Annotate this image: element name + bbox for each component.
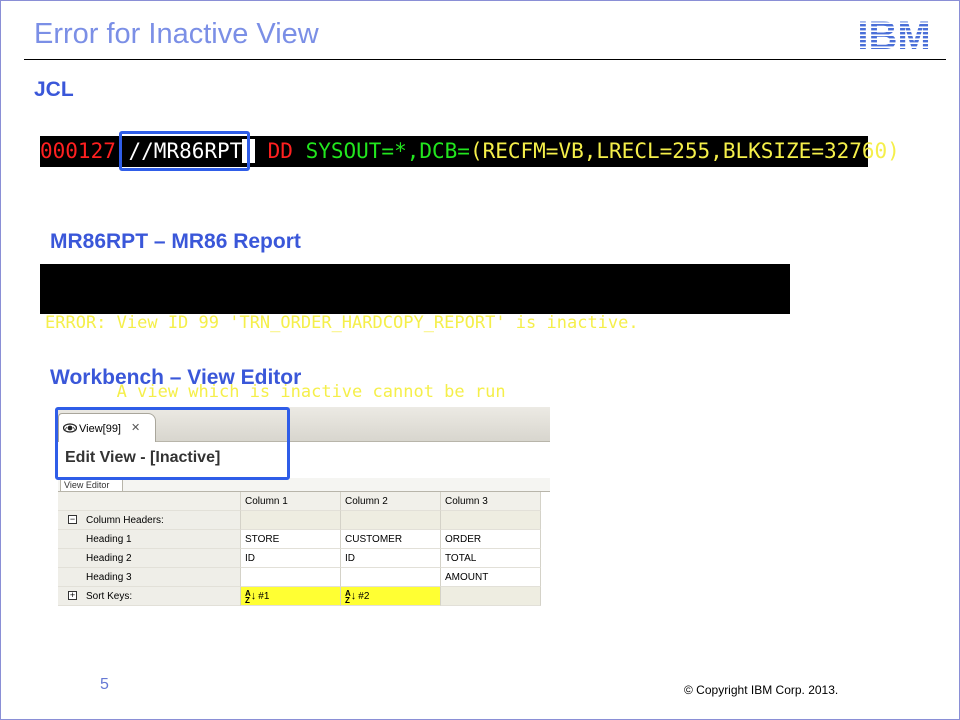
grid-cell[interactable]	[341, 511, 441, 530]
jcl-section-heading: JCL	[34, 78, 74, 101]
grid-row-column-headers[interactable]: − Column Headers:	[58, 511, 550, 530]
dd-name-highlight-box	[119, 131, 250, 171]
row-label-text: Column Headers:	[86, 515, 164, 526]
inactive-status-highlight-box	[55, 407, 290, 480]
row-label-column-headers: − Column Headers:	[58, 511, 241, 530]
row-label-heading-3: Heading 3	[58, 568, 241, 587]
grid-cell[interactable]	[441, 511, 541, 530]
jcl-sysout: SYSOUT=*,DCB=	[305, 139, 470, 163]
sort-key-col1[interactable]: A Z↓ #1	[241, 587, 341, 606]
heading3-col2[interactable]	[341, 568, 441, 587]
heading3-col1[interactable]	[241, 568, 341, 587]
report-error-line: ERROR: View ID 99 'TRN_ORDER_HARDCOPY_RE…	[45, 313, 639, 333]
grid-row-heading-1[interactable]: Heading 1 STORE CUSTOMER ORDER	[58, 530, 550, 549]
column-header-3[interactable]: Column 3	[441, 492, 541, 511]
grid-header-row: Column 1 Column 2 Column 3	[58, 492, 550, 511]
svg-text:IBM: IBM	[857, 16, 930, 52]
row-label-heading-2: Heading 2	[58, 549, 241, 568]
page-number: 5	[100, 676, 109, 693]
copyright-notice: © Copyright IBM Corp. 2013.	[684, 683, 839, 697]
grid-row-sort-keys[interactable]: + Sort Keys: A Z↓ #1 A Z↓ #2	[58, 587, 550, 606]
heading2-col3[interactable]: TOTAL	[441, 549, 541, 568]
heading1-col2[interactable]: CUSTOMER	[341, 530, 441, 549]
grid-row-heading-2[interactable]: Heading 2 ID ID TOTAL	[58, 549, 550, 568]
heading2-col1[interactable]: ID	[241, 549, 341, 568]
view-grid: Column 1 Column 2 Column 3 − Column Head…	[58, 491, 550, 610]
sort-key-col2[interactable]: A Z↓ #2	[341, 587, 441, 606]
jcl-dcb-params: (RECFM=VB,LRECL=255,BLKSIZE=32760)	[469, 139, 900, 163]
report-section-heading: MR86RPT – MR86 Report	[50, 230, 301, 253]
heading1-col3[interactable]: ORDER	[441, 530, 541, 549]
heading3-col3[interactable]: AMOUNT	[441, 568, 541, 587]
grid-cell[interactable]	[241, 511, 341, 530]
row-label-heading-1: Heading 1	[58, 530, 241, 549]
column-header-2[interactable]: Column 2	[341, 492, 441, 511]
column-header-1[interactable]: Column 1	[241, 492, 341, 511]
heading2-col2[interactable]: ID	[341, 549, 441, 568]
slide-title: Error for Inactive View	[34, 18, 319, 50]
grid-corner-cell	[58, 492, 241, 511]
expand-icon[interactable]: +	[68, 591, 77, 600]
report-output: ERROR: View ID 99 'TRN_ORDER_HARDCOPY_RE…	[40, 264, 790, 402]
workbench-section-heading: Workbench – View Editor	[50, 366, 302, 389]
ibm-logo: IBM	[857, 16, 930, 52]
sort-key-col3[interactable]	[441, 587, 541, 606]
sort-key-value: #1	[258, 591, 270, 603]
jcl-line-number: 000127	[40, 139, 116, 163]
grid-row-heading-3[interactable]: Heading 3 AMOUNT	[58, 568, 550, 587]
title-divider	[24, 59, 946, 60]
heading1-col1[interactable]: STORE	[241, 530, 341, 549]
row-label-text: Sort Keys:	[86, 591, 133, 602]
sort-key-value: #2	[358, 591, 370, 603]
collapse-icon[interactable]: −	[68, 515, 77, 524]
tab-view-editor[interactable]: View Editor	[60, 478, 123, 492]
row-label-sort-keys: + Sort Keys:	[58, 587, 241, 606]
jcl-dd-keyword: DD	[267, 139, 293, 163]
